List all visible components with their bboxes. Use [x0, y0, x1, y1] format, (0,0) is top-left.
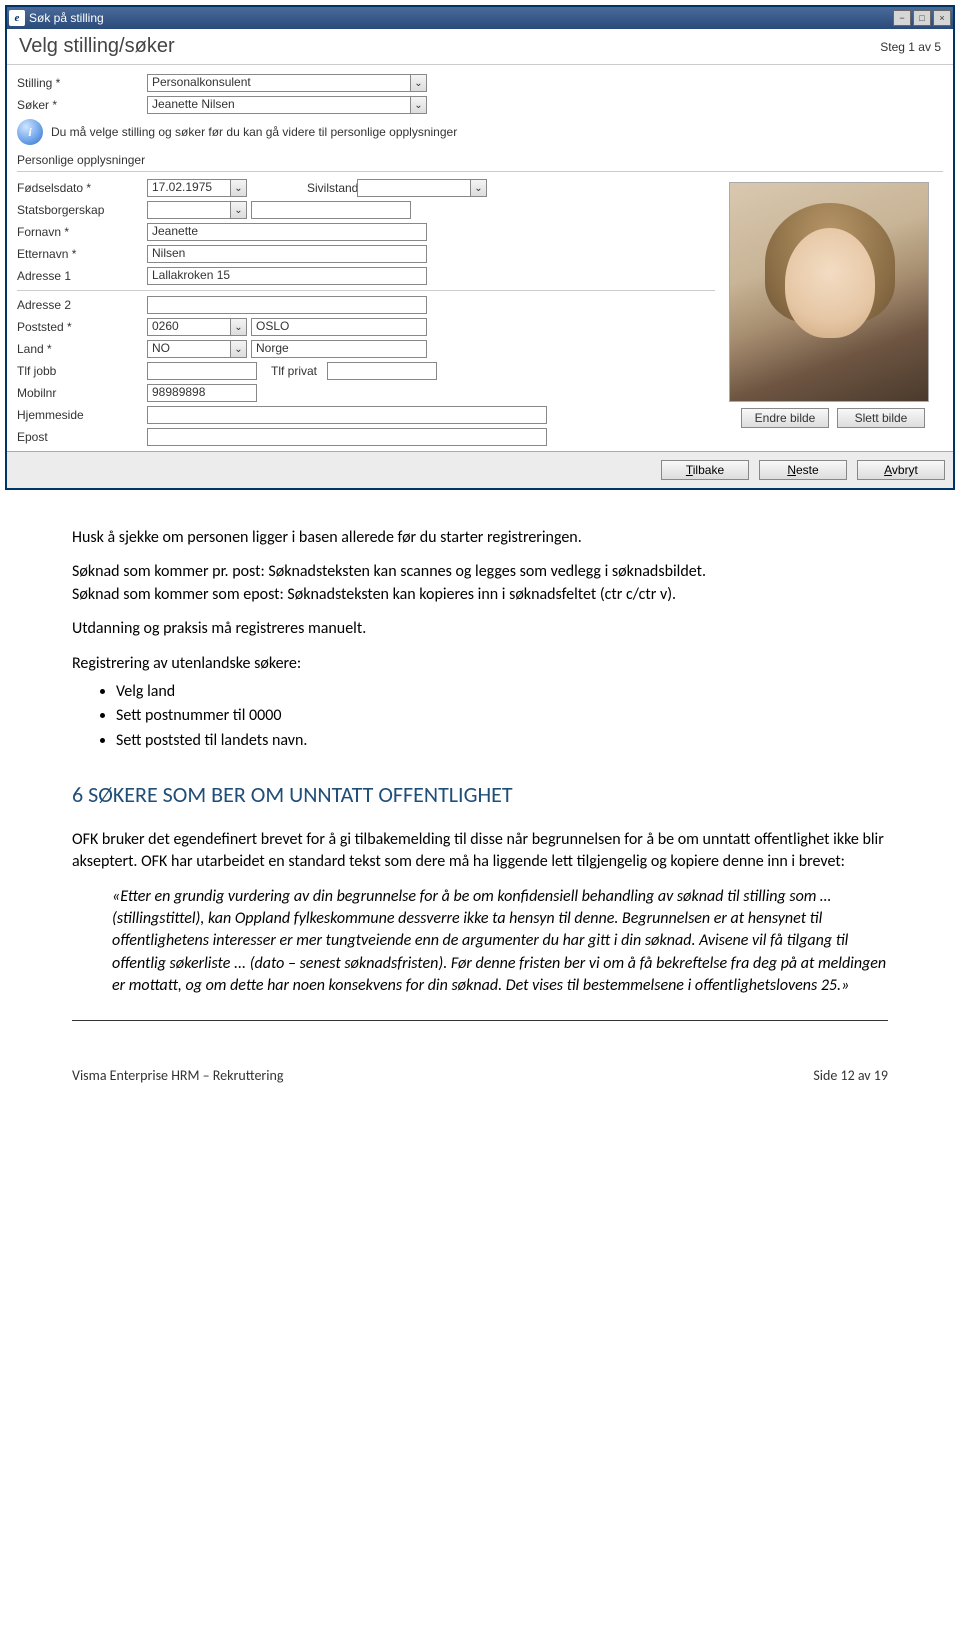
stilling-value: Personalkonsulent: [152, 75, 251, 89]
window-title: Søk på stilling: [29, 11, 104, 25]
fornavn-label: Fornavn *: [17, 225, 147, 239]
list-item: Sett postnummer til 0000: [116, 705, 888, 727]
list-item: Sett poststed til landets navn.: [116, 730, 888, 752]
info-text: Du må velge stilling og søker før du kan…: [51, 125, 457, 139]
step-header: Velg stilling/søker Steg 1 av 5: [7, 29, 953, 65]
document-body: Husk å sjekke om personen ligger i basen…: [0, 495, 960, 1020]
chevron-down-icon[interactable]: ⌄: [410, 97, 426, 113]
quote-paragraph: «Etter en grundig vurdering av din begru…: [112, 886, 888, 998]
next-button[interactable]: Neste: [759, 460, 847, 480]
applicant-photo: [729, 182, 929, 402]
back-button[interactable]: Tilbake: [661, 460, 749, 480]
paragraph-3: Søknad som kommer som epost: Søknadsteks…: [72, 585, 676, 604]
soker-select[interactable]: Jeanette Nilsen ⌄: [147, 96, 427, 114]
hjemmeside-label: Hjemmeside: [17, 408, 147, 422]
paragraph-5: Registrering av utenlandske søkere:: [72, 653, 888, 675]
app-icon: e: [9, 10, 25, 26]
tlfjobb-label: Tlf jobb: [17, 364, 147, 378]
next-label: este: [796, 463, 819, 477]
etternavn-input[interactable]: Nilsen: [147, 245, 427, 263]
poststed-code-value: 0260: [152, 319, 179, 333]
stilling-select[interactable]: Personalkonsulent ⌄: [147, 74, 427, 92]
mobilnr-input[interactable]: 98989898: [147, 384, 257, 402]
footer-right: Side 12 av 19: [813, 1067, 888, 1084]
mobilnr-label: Mobilnr: [17, 386, 147, 400]
maximize-button[interactable]: □: [913, 10, 931, 26]
statsborgerskap-label: Statsborgerskap: [17, 203, 147, 217]
poststed-name-input[interactable]: OSLO: [251, 318, 427, 336]
footer-rule: [72, 1020, 888, 1021]
soker-label: Søker *: [17, 98, 147, 112]
chevron-down-icon[interactable]: ⌄: [410, 75, 426, 91]
section-heading: 6 SØKERE SOM BER OM UNNTATT OFFENTLIGHET: [72, 780, 888, 811]
cancel-label: vbryt: [892, 463, 918, 477]
hjemmeside-input[interactable]: [147, 406, 547, 424]
epost-input[interactable]: [147, 428, 547, 446]
sivilstand-label: Sivilstand: [247, 181, 357, 195]
adresse2-label: Adresse 2: [17, 298, 147, 312]
fodselsdato-input[interactable]: 17.02.1975 ⌄: [147, 179, 247, 197]
epost-label: Epost: [17, 430, 147, 444]
close-button[interactable]: ×: [933, 10, 951, 26]
paragraph-1: Husk å sjekke om personen ligger i basen…: [72, 527, 888, 549]
paragraph-2: Søknad som kommer pr. post: Søknadstekst…: [72, 562, 706, 581]
soker-value: Jeanette Nilsen: [152, 97, 235, 111]
delete-photo-button[interactable]: Slett bilde: [837, 408, 925, 428]
paragraph-6: OFK bruker det egendefinert brevet for å…: [72, 829, 888, 874]
land-label: Land *: [17, 342, 147, 356]
divider: [17, 171, 943, 172]
etternavn-label: Etternavn *: [17, 247, 147, 261]
land-name-input[interactable]: Norge: [251, 340, 427, 358]
statsborgerskap-name-input[interactable]: [251, 201, 411, 219]
page-footer: Visma Enterprise HRM – Rekruttering Side…: [0, 1061, 960, 1096]
chevron-down-icon[interactable]: ⌄: [230, 341, 246, 357]
dialog-window: e Søk på stilling − □ × Velg stilling/sø…: [5, 5, 955, 490]
fodselsdato-value: 17.02.1975: [152, 180, 212, 194]
land-code-select[interactable]: NO ⌄: [147, 340, 247, 358]
poststed-code-select[interactable]: 0260 ⌄: [147, 318, 247, 336]
step-title: Velg stilling/søker: [19, 35, 880, 58]
divider: [17, 290, 715, 291]
adresse1-label: Adresse 1: [17, 269, 147, 283]
dialog-buttons: Tilbake Neste Avbryt: [7, 451, 953, 488]
sivilstand-select[interactable]: ⌄: [357, 179, 487, 197]
chevron-down-icon[interactable]: ⌄: [470, 180, 486, 196]
statsborgerskap-select[interactable]: ⌄: [147, 201, 247, 219]
paragraph-4: Utdanning og praksis må registreres manu…: [72, 618, 888, 640]
info-row: i Du må velge stilling og søker før du k…: [17, 119, 943, 145]
section-label: Personlige opplysninger: [17, 153, 943, 167]
chevron-down-icon[interactable]: ⌄: [230, 202, 246, 218]
poststed-label: Poststed *: [17, 320, 147, 334]
list-item: Velg land: [116, 681, 888, 703]
tlfprivat-label: Tlf privat: [257, 364, 327, 378]
titlebar[interactable]: e Søk på stilling − □ ×: [7, 7, 953, 29]
tlfprivat-input[interactable]: [327, 362, 437, 380]
edit-photo-button[interactable]: Endre bilde: [741, 408, 829, 428]
minimize-button[interactable]: −: [893, 10, 911, 26]
footer-left: Visma Enterprise HRM – Rekruttering: [72, 1067, 813, 1084]
bullet-list: Velg land Sett postnummer til 0000 Sett …: [116, 681, 888, 752]
info-icon: i: [17, 119, 43, 145]
window-controls: − □ ×: [893, 10, 951, 26]
form-body: Stilling * Personalkonsulent ⌄ Søker * J…: [7, 65, 953, 451]
fodselsdato-label: Fødselsdato *: [17, 181, 147, 195]
tlfjobb-input[interactable]: [147, 362, 257, 380]
chevron-down-icon[interactable]: ⌄: [230, 319, 246, 335]
stilling-label: Stilling *: [17, 76, 147, 90]
step-indicator: Steg 1 av 5: [880, 40, 941, 54]
land-code-value: NO: [152, 341, 170, 355]
cancel-button[interactable]: Avbryt: [857, 460, 945, 480]
adresse1-input[interactable]: Lallakroken 15: [147, 267, 427, 285]
adresse2-input[interactable]: [147, 296, 427, 314]
fornavn-input[interactable]: Jeanette: [147, 223, 427, 241]
chevron-down-icon[interactable]: ⌄: [230, 180, 246, 196]
back-label: ilbake: [693, 463, 724, 477]
